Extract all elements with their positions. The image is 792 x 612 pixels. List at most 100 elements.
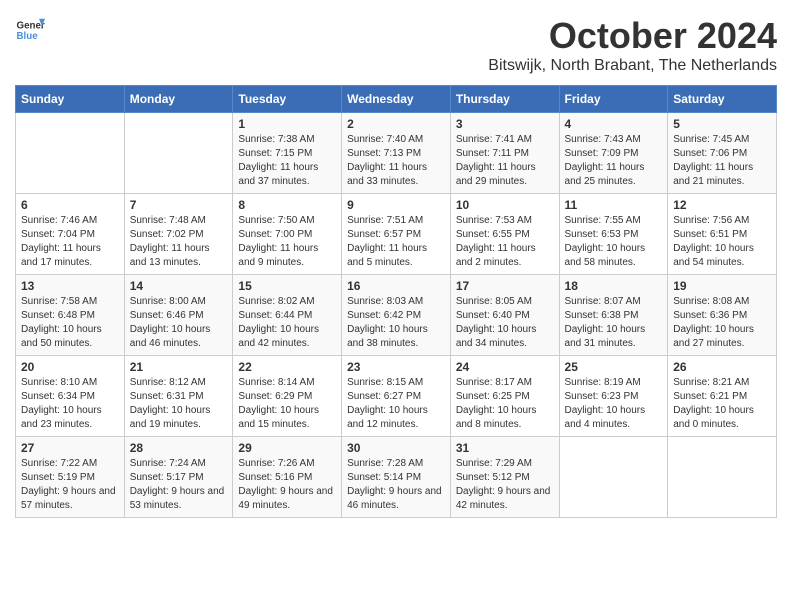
day-number: 3	[456, 117, 554, 131]
calendar-cell: 15Sunrise: 8:02 AM Sunset: 6:44 PM Dayli…	[233, 275, 342, 356]
calendar-cell	[559, 437, 668, 518]
day-header-wednesday: Wednesday	[342, 86, 451, 113]
calendar-cell: 25 Sunrise: 8:19 AM Sunset: 6:23 PM Dayli…	[559, 356, 668, 437]
calendar-cell: 31Sunrise: 7:29 AM Sunset: 5:12 PM Dayli…	[450, 437, 559, 518]
day-info: Sunrise: 7:28 AM Sunset: 5:14 PM Dayligh…	[347, 457, 445, 513]
calendar-cell: 13 Sunrise: 7:58 AM Sunset: 6:48 PM Dayli…	[16, 275, 125, 356]
calendar-cell: 8 Sunrise: 7:50 AM Sunset: 7:00 PM Daylig…	[233, 194, 342, 275]
calendar-cell: 7 Sunrise: 7:48 AM Sunset: 7:02 PM Daylig…	[124, 194, 233, 275]
day-info: Sunrise: 8:00 AM Sunset: 6:46 PM Dayligh…	[130, 295, 228, 351]
day-number: 22	[238, 360, 336, 374]
day-info: Sunrise: 8:12 AM Sunset: 6:31 PM Dayligh…	[130, 376, 228, 432]
calendar-cell: 28Sunrise: 7:24 AM Sunset: 5:17 PM Dayli…	[124, 437, 233, 518]
day-info: Sunrise: 7:50 AM Sunset: 7:00 PM Dayligh…	[238, 214, 336, 270]
day-header-friday: Friday	[559, 86, 668, 113]
day-info: Sunrise: 8:17 AM Sunset: 6:25 PM Dayligh…	[456, 376, 554, 432]
header-row: SundayMondayTuesdayWednesdayThursdayFrid…	[16, 86, 777, 113]
calendar-cell: 11 Sunrise: 7:55 AM Sunset: 6:53 PM Dayli…	[559, 194, 668, 275]
day-info: Sunrise: 8:10 AM Sunset: 6:34 PM Dayligh…	[21, 376, 119, 432]
day-info: Sunrise: 8:21 AM Sunset: 6:21 PM Dayligh…	[673, 376, 771, 432]
day-info: Sunrise: 7:58 AM Sunset: 6:48 PM Dayligh…	[21, 295, 119, 351]
day-number: 1	[238, 117, 336, 131]
day-info: Sunrise: 8:19 AM Sunset: 6:23 PM Dayligh…	[565, 376, 663, 432]
calendar-cell: 9 Sunrise: 7:51 AM Sunset: 6:57 PM Daylig…	[342, 194, 451, 275]
svg-text:Blue: Blue	[17, 31, 39, 42]
day-number: 13	[21, 279, 119, 293]
calendar-cell: 22 Sunrise: 8:14 AM Sunset: 6:29 PM Dayli…	[233, 356, 342, 437]
day-number: 23	[347, 360, 445, 374]
day-number: 14	[130, 279, 228, 293]
calendar-cell: 29 Sunrise: 7:26 AM Sunset: 5:16 PM Dayli…	[233, 437, 342, 518]
day-info: Sunrise: 8:03 AM Sunset: 6:42 PM Dayligh…	[347, 295, 445, 351]
day-number: 31	[456, 441, 554, 455]
day-info: Sunrise: 7:22 AM Sunset: 5:19 PM Dayligh…	[21, 457, 119, 513]
calendar-cell: 30Sunrise: 7:28 AM Sunset: 5:14 PM Dayli…	[342, 437, 451, 518]
location-subtitle: Bitswijk, North Brabant, The Netherlands	[488, 57, 777, 75]
day-number: 8	[238, 198, 336, 212]
calendar-cell: 4 Sunrise: 7:43 AM Sunset: 7:09 PM Daylig…	[559, 113, 668, 194]
day-header-monday: Monday	[124, 86, 233, 113]
calendar-cell: 12 Sunrise: 7:56 AM Sunset: 6:51 PM Dayli…	[668, 194, 777, 275]
week-row-4: 20 Sunrise: 8:10 AM Sunset: 6:34 PM Dayli…	[16, 356, 777, 437]
calendar-cell: 26 Sunrise: 8:21 AM Sunset: 6:21 PM Dayli…	[668, 356, 777, 437]
day-info: Sunrise: 7:55 AM Sunset: 6:53 PM Dayligh…	[565, 214, 663, 270]
day-info: Sunrise: 7:26 AM Sunset: 5:16 PM Dayligh…	[238, 457, 336, 513]
calendar-cell: 23 Sunrise: 8:15 AM Sunset: 6:27 PM Dayli…	[342, 356, 451, 437]
day-info: Sunrise: 7:40 AM Sunset: 7:13 PM Dayligh…	[347, 133, 445, 189]
day-number: 17	[456, 279, 554, 293]
calendar-cell: 21Sunrise: 8:12 AM Sunset: 6:31 PM Dayli…	[124, 356, 233, 437]
page-header: General Blue October 2024 Bitswijk, Nort…	[15, 15, 777, 75]
logo-icon: General Blue	[15, 15, 45, 45]
day-number: 29	[238, 441, 336, 455]
day-info: Sunrise: 7:45 AM Sunset: 7:06 PM Dayligh…	[673, 133, 771, 189]
calendar-cell	[16, 113, 125, 194]
day-number: 26	[673, 360, 771, 374]
day-info: Sunrise: 8:15 AM Sunset: 6:27 PM Dayligh…	[347, 376, 445, 432]
day-number: 7	[130, 198, 228, 212]
day-number: 16	[347, 279, 445, 293]
day-info: Sunrise: 8:02 AM Sunset: 6:44 PM Dayligh…	[238, 295, 336, 351]
calendar-cell: 27 Sunrise: 7:22 AM Sunset: 5:19 PM Dayli…	[16, 437, 125, 518]
logo: General Blue	[15, 15, 45, 45]
week-row-1: 1 Sunrise: 7:38 AM Sunset: 7:15 PM Daylig…	[16, 113, 777, 194]
calendar-cell	[668, 437, 777, 518]
day-number: 27	[21, 441, 119, 455]
calendar-cell: 24 Sunrise: 8:17 AM Sunset: 6:25 PM Dayli…	[450, 356, 559, 437]
title-area: October 2024 Bitswijk, North Brabant, Th…	[488, 15, 777, 75]
day-number: 24	[456, 360, 554, 374]
day-info: Sunrise: 7:43 AM Sunset: 7:09 PM Dayligh…	[565, 133, 663, 189]
calendar-cell: 19 Sunrise: 8:08 AM Sunset: 6:36 PM Dayli…	[668, 275, 777, 356]
day-header-sunday: Sunday	[16, 86, 125, 113]
calendar-cell: 17 Sunrise: 8:05 AM Sunset: 6:40 PM Dayli…	[450, 275, 559, 356]
day-info: Sunrise: 7:56 AM Sunset: 6:51 PM Dayligh…	[673, 214, 771, 270]
day-number: 11	[565, 198, 663, 212]
calendar-cell: 20 Sunrise: 8:10 AM Sunset: 6:34 PM Dayli…	[16, 356, 125, 437]
day-number: 5	[673, 117, 771, 131]
calendar-cell: 6 Sunrise: 7:46 AM Sunset: 7:04 PM Daylig…	[16, 194, 125, 275]
day-info: Sunrise: 8:14 AM Sunset: 6:29 PM Dayligh…	[238, 376, 336, 432]
week-row-5: 27 Sunrise: 7:22 AM Sunset: 5:19 PM Dayli…	[16, 437, 777, 518]
day-info: Sunrise: 7:38 AM Sunset: 7:15 PM Dayligh…	[238, 133, 336, 189]
calendar-cell: 3Sunrise: 7:41 AM Sunset: 7:11 PM Daylig…	[450, 113, 559, 194]
day-number: 19	[673, 279, 771, 293]
day-number: 9	[347, 198, 445, 212]
day-info: Sunrise: 7:46 AM Sunset: 7:04 PM Dayligh…	[21, 214, 119, 270]
day-number: 18	[565, 279, 663, 293]
day-number: 10	[456, 198, 554, 212]
day-info: Sunrise: 7:24 AM Sunset: 5:17 PM Dayligh…	[130, 457, 228, 513]
day-info: Sunrise: 7:48 AM Sunset: 7:02 PM Dayligh…	[130, 214, 228, 270]
day-info: Sunrise: 8:05 AM Sunset: 6:40 PM Dayligh…	[456, 295, 554, 351]
day-number: 25	[565, 360, 663, 374]
day-info: Sunrise: 7:53 AM Sunset: 6:55 PM Dayligh…	[456, 214, 554, 270]
day-number: 2	[347, 117, 445, 131]
day-number: 4	[565, 117, 663, 131]
calendar-cell: 2 Sunrise: 7:40 AM Sunset: 7:13 PM Daylig…	[342, 113, 451, 194]
calendar-cell: 18Sunrise: 8:07 AM Sunset: 6:38 PM Dayli…	[559, 275, 668, 356]
calendar-cell: 14 Sunrise: 8:00 AM Sunset: 6:46 PM Dayli…	[124, 275, 233, 356]
calendar-cell: 16 Sunrise: 8:03 AM Sunset: 6:42 PM Dayli…	[342, 275, 451, 356]
day-number: 12	[673, 198, 771, 212]
day-info: Sunrise: 8:08 AM Sunset: 6:36 PM Dayligh…	[673, 295, 771, 351]
day-number: 20	[21, 360, 119, 374]
day-info: Sunrise: 7:51 AM Sunset: 6:57 PM Dayligh…	[347, 214, 445, 270]
day-number: 6	[21, 198, 119, 212]
